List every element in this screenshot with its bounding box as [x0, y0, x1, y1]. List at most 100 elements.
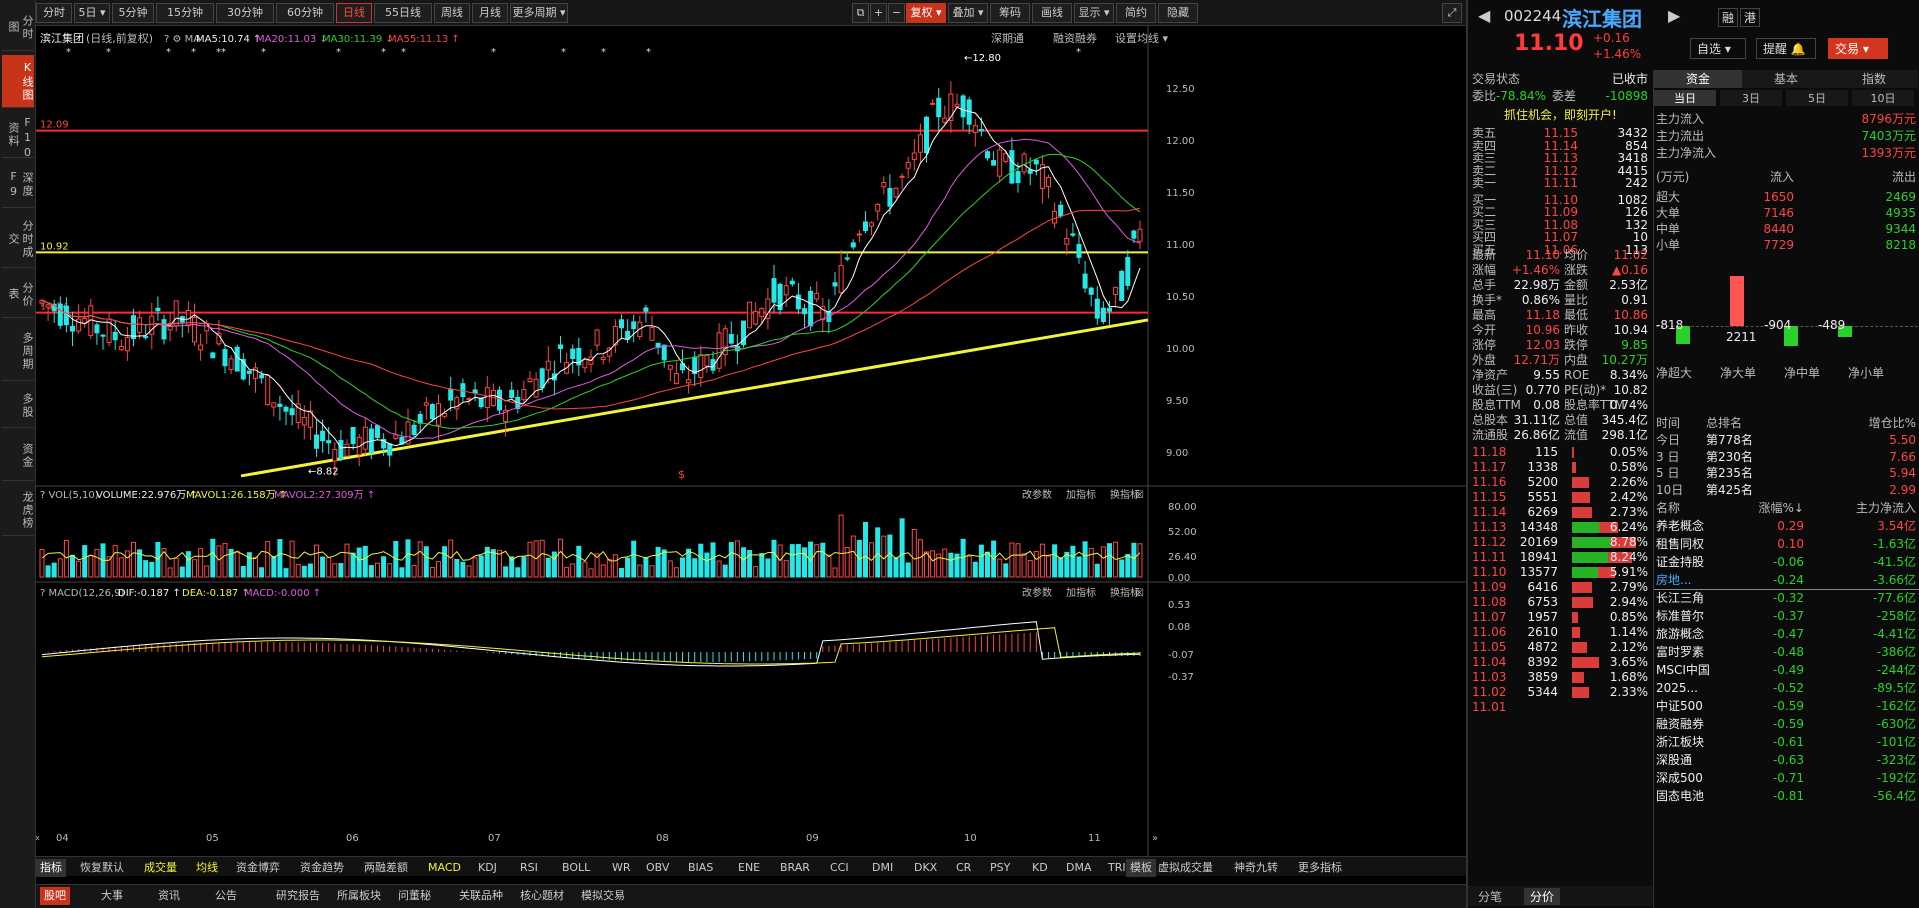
alert-button[interactable]: 提醒 🔔 [1756, 38, 1816, 59]
bottom-tab-8[interactable]: 核心题材 [516, 887, 568, 905]
event-marker[interactable]: * [166, 47, 171, 58]
indicator-tab-12[interactable]: OBV [642, 859, 673, 877]
fund-sub-tab-2[interactable]: 5日 [1786, 90, 1848, 106]
event-marker[interactable]: * [336, 47, 341, 58]
fund-sub-tab-1[interactable]: 3日 [1720, 90, 1782, 106]
indicator-tab-18[interactable]: DKX [910, 859, 941, 877]
vtab-4[interactable]: 分时成交 [2, 212, 34, 268]
indicator-tab-1[interactable]: 恢复默认 [76, 859, 128, 877]
indicator-tab-5[interactable]: 资金趋势 [296, 859, 348, 877]
macd-close-icon[interactable]: ☒ [1135, 588, 1144, 599]
vol-btn-1[interactable]: 加指标 [1066, 488, 1096, 501]
vtab-5[interactable]: 分价表 [2, 272, 34, 318]
event-marker[interactable]: * [261, 47, 266, 58]
period-2[interactable]: 5分钟 [112, 3, 154, 23]
vtab-1[interactable]: K线图 [2, 55, 34, 108]
fund-tab-0[interactable]: 资金 [1654, 70, 1742, 88]
event-marker[interactable]: * [401, 47, 406, 58]
indicator-tab-7[interactable]: MACD [424, 859, 465, 877]
event-marker[interactable]: * [601, 47, 606, 58]
toolbar-2[interactable]: 筹码 [990, 3, 1030, 23]
hk-button[interactable]: 港 [1740, 8, 1761, 27]
indicator-tab-19[interactable]: CR [952, 859, 975, 877]
dist-tab-1[interactable]: 分价 [1524, 888, 1561, 905]
bottom-tab-0[interactable]: 股吧 [40, 887, 70, 905]
bottom-tab-7[interactable]: 关联品种 [455, 887, 507, 905]
period-5[interactable]: 60分钟 [276, 3, 334, 23]
event-marker[interactable]: * [1076, 47, 1081, 58]
period-9[interactable]: 月线 [472, 3, 508, 23]
toolbar-1[interactable]: 叠加 ▾ [948, 3, 988, 23]
fullscreen-icon[interactable]: ⤢ [1442, 3, 1462, 23]
vtab-9[interactable]: 龙虎榜 [2, 485, 34, 536]
fund-tab-1[interactable]: 基本 [1742, 70, 1830, 88]
legend-link-2[interactable]: 设置均线 ▾ [1115, 31, 1168, 45]
indicator-tab-0[interactable]: 指标 [36, 859, 66, 877]
bottom-tab-3[interactable]: 公告 [211, 887, 241, 905]
trade-button[interactable]: 交易 ▾ [1828, 38, 1888, 59]
event-marker[interactable]: * [491, 47, 496, 58]
event-marker[interactable]: * [66, 47, 71, 58]
ad-banner[interactable]: 抓住机会，即刻开户! [1504, 108, 1617, 123]
event-marker[interactable]: * [646, 47, 651, 58]
toolbar-5[interactable]: 简约 [1116, 3, 1156, 23]
bottom-tab-9[interactable]: 模拟交易 [577, 887, 629, 905]
bottom-tab-2[interactable]: 资讯 [154, 887, 184, 905]
indicator-tab-11[interactable]: WR [608, 859, 635, 877]
period-0[interactable]: 分时 [36, 3, 72, 23]
vtab-0[interactable]: 分时图 [2, 5, 34, 51]
indicator-tab-16[interactable]: CCI [826, 859, 853, 877]
indicator-tab-3[interactable]: 均线 [192, 859, 222, 877]
bottom-tab-4[interactable]: 研究报告 [272, 887, 324, 905]
zoom-out-icon[interactable]: − [888, 3, 905, 23]
vol-btn-0[interactable]: 改参数 [1022, 488, 1052, 501]
window-icon[interactable]: ⧉ [852, 3, 869, 23]
vtab-7[interactable]: 多股 [2, 385, 34, 428]
event-marker[interactable]: * [191, 47, 196, 58]
legend-link-0[interactable]: 深期通 [991, 32, 1024, 45]
indicator-tab-20[interactable]: PSY [986, 859, 1014, 877]
period-7[interactable]: 55日线 [374, 3, 432, 23]
period-1[interactable]: 5日 ▾ [74, 3, 110, 23]
indicator-tab-6[interactable]: 两融差额 [360, 859, 412, 877]
bottom-tab-6[interactable]: 问董秘 [394, 887, 435, 905]
indicator-tab-9[interactable]: RSI [516, 859, 542, 877]
fund-sub-tab-3[interactable]: 10日 [1852, 90, 1914, 106]
indicator-tab-17[interactable]: DMI [868, 859, 897, 877]
indicator-tab-27[interactable]: 模板 [1126, 859, 1156, 877]
indicator-tab-10[interactable]: BOLL [558, 859, 594, 877]
indicator-tab-13[interactable]: BIAS [684, 859, 717, 877]
toolbar-3[interactable]: 画线 [1032, 3, 1072, 23]
period-6[interactable]: 日线 [336, 3, 372, 23]
vtab-8[interactable]: 资金 [2, 432, 34, 481]
indicator-tab-4[interactable]: 资金博弈 [232, 859, 284, 877]
fund-sub-tab-0[interactable]: 当日 [1654, 90, 1716, 106]
period-8[interactable]: 周线 [434, 3, 470, 23]
toolbar-4[interactable]: 显示 ▾ [1074, 3, 1114, 23]
prev-stock-icon[interactable]: ◀ [1478, 6, 1490, 25]
vtab-6[interactable]: 多周期 [2, 322, 34, 381]
event-marker[interactable]: * [561, 47, 566, 58]
macd-btn-1[interactable]: 加指标 [1066, 586, 1096, 599]
margin-button[interactable]: 融 [1718, 8, 1739, 27]
indicator-tab-2[interactable]: 成交量 [140, 859, 181, 877]
indicator-tab-8[interactable]: KDJ [474, 859, 501, 877]
toolbar-0[interactable]: 复权 ▾ [906, 3, 946, 23]
dividend-marker[interactable]: $ [678, 468, 685, 481]
zoom-in-icon[interactable]: + [870, 3, 887, 23]
toolbar-6[interactable]: 隐藏 [1158, 3, 1198, 23]
indicator-tab-15[interactable]: BRAR [776, 859, 814, 877]
macd-btn-0[interactable]: 改参数 [1022, 586, 1052, 599]
event-marker[interactable]: * [381, 47, 386, 58]
watchlist-dropdown[interactable]: 自选 ▾ [1690, 38, 1746, 59]
indicator-tab-21[interactable]: KD [1028, 859, 1052, 877]
indicator-tab-26[interactable]: 更多指标 [1294, 859, 1346, 877]
legend-link-1[interactable]: 融资融券 [1053, 31, 1097, 45]
period-3[interactable]: 15分钟 [156, 3, 214, 23]
vtab-2[interactable]: F10资料 [2, 112, 34, 161]
indicator-tab-14[interactable]: ENE [734, 859, 764, 877]
indicator-tab-24[interactable]: 虚拟成交量 [1154, 859, 1217, 877]
period-10[interactable]: 更多周期 ▾ [510, 3, 568, 23]
period-4[interactable]: 30分钟 [216, 3, 274, 23]
vtab-3[interactable]: 深度F9 [2, 162, 34, 208]
